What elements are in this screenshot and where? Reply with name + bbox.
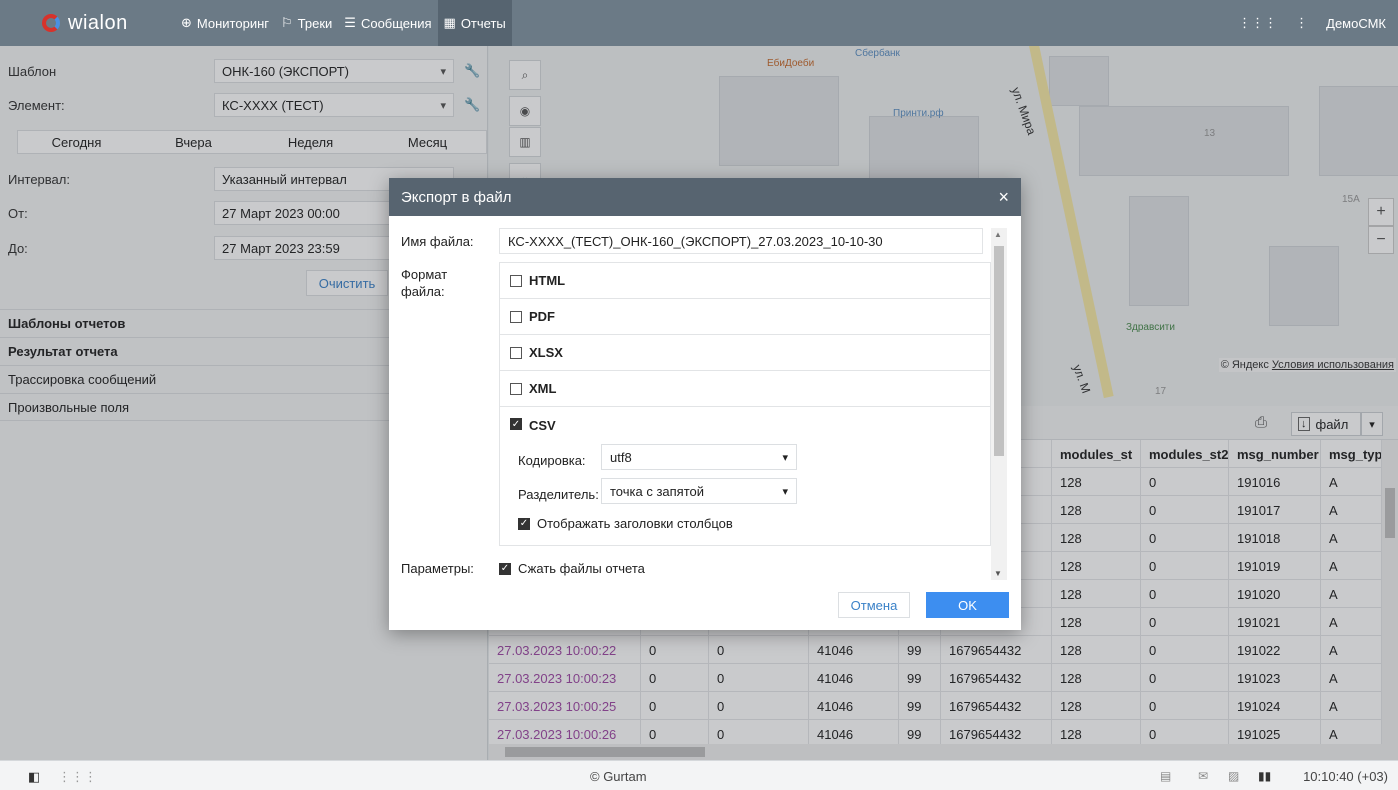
filename-label: Имя файла: — [401, 234, 474, 249]
top-right: ⋮⋮⋮ ⋮ ДемоСМК — [1220, 0, 1398, 46]
split-view-icon[interactable]: ▮▮ — [1258, 769, 1271, 783]
apps-grid-icon[interactable]: ⋮⋮⋮ — [1238, 15, 1277, 31]
scrollbar-thumb[interactable] — [994, 246, 1004, 456]
format-csv[interactable]: ✓ CSV Кодировка: utf8 ▾ Разделитель: точка… — [500, 407, 990, 545]
checkbox-icon — [510, 346, 522, 359]
user-name[interactable]: ДемоСМК — [1326, 16, 1386, 31]
delimiter-label: Разделитель: — [518, 487, 599, 502]
show-headers-checkbox[interactable]: ✓ Отображать заголовки столбцов — [518, 516, 733, 531]
format-list: HTML PDF XLSX XML ✓ CSV Кодировка: utf8 ▾ … — [499, 262, 991, 546]
main-nav: ⊕ Мониторинг ⚐ Треки ☰ Сообщения ▦ Отчеты — [175, 0, 512, 46]
format-label: Формат файла: — [401, 267, 448, 299]
dialog-header: Экспорт в файл × — [389, 178, 1021, 216]
close-icon[interactable]: × — [998, 187, 1009, 208]
top-bar: wialon ⊕ Мониторинг ⚐ Треки ☰ Сообщения ▦ От… — [0, 0, 1398, 46]
logo-icon — [42, 14, 60, 32]
notification-icon[interactable]: ✉ — [1198, 769, 1208, 783]
copyright: © Gurtam — [590, 769, 647, 784]
messages-icon: ☰ — [344, 15, 356, 30]
checkbox-icon — [510, 382, 522, 395]
format-pdf[interactable]: PDF — [500, 299, 990, 335]
nav-reports[interactable]: ▦ Отчеты — [437, 0, 512, 46]
encoding-label: Кодировка: — [518, 453, 586, 468]
grid-icon[interactable]: ⋮⋮⋮ — [58, 769, 97, 785]
chevron-down-icon: ▾ — [782, 451, 788, 464]
format-xml[interactable]: XML — [500, 371, 990, 407]
checkbox-checked-icon: ✓ — [518, 517, 530, 530]
reports-icon: ▦ — [443, 15, 456, 30]
globe-icon: ⊕ — [181, 15, 192, 30]
logo-text: wialon — [68, 11, 128, 34]
scroll-down-icon[interactable]: ▼ — [994, 569, 1002, 578]
filename-input[interactable]: КС-XXXX_(ТЕСТ)_ОНК-160_(ЭКСПОРТ)_27.03.2… — [499, 228, 983, 254]
checkbox-icon — [510, 274, 522, 287]
format-html[interactable]: HTML — [500, 263, 990, 299]
dialog-title: Экспорт в файл — [401, 188, 512, 206]
delimiter-select[interactable]: точка с запятой ▾ — [601, 478, 797, 504]
encoding-select[interactable]: utf8 ▾ — [601, 444, 797, 470]
status-bar: ◧ ⋮⋮⋮ © Gurtam ▤ ✉ ▨ ▮▮ 10:10:40 (+03) — [0, 760, 1398, 790]
cancel-button[interactable]: Отмена — [838, 592, 910, 618]
checkbox-icon — [510, 310, 522, 323]
checkbox-checked-icon: ✓ — [510, 418, 522, 430]
chevron-down-icon: ▾ — [782, 485, 788, 498]
dialog-scrollbar[interactable]: ▲ ▼ — [991, 228, 1007, 580]
image-icon[interactable]: ▨ — [1228, 769, 1239, 783]
nav-messages[interactable]: ☰ Сообщения — [338, 0, 437, 46]
nav-monitoring[interactable]: ⊕ Мониторинг — [175, 0, 275, 46]
panel-toggle-icon[interactable]: ◧ — [28, 769, 40, 785]
params-label: Параметры: — [401, 561, 474, 576]
scroll-up-icon[interactable]: ▲ — [994, 230, 1002, 239]
format-xlsx[interactable]: XLSX — [500, 335, 990, 371]
checkbox-checked-icon: ✓ — [499, 562, 511, 575]
nav-tracks[interactable]: ⚐ Треки — [275, 0, 338, 46]
clock: 10:10:40 (+03) — [1303, 769, 1388, 784]
compress-checkbox[interactable]: ✓ Сжать файлы отчета — [499, 561, 645, 576]
ok-button[interactable]: OK — [926, 592, 1009, 618]
more-menu-icon[interactable]: ⋮ — [1295, 15, 1308, 31]
layout-icon[interactable]: ▤ — [1160, 769, 1171, 783]
flag-icon: ⚐ — [281, 15, 293, 30]
export-dialog: Экспорт в файл × Имя файла: КС-XXXX_(ТЕС… — [389, 178, 1021, 630]
wialon-logo[interactable]: wialon — [0, 12, 175, 35]
